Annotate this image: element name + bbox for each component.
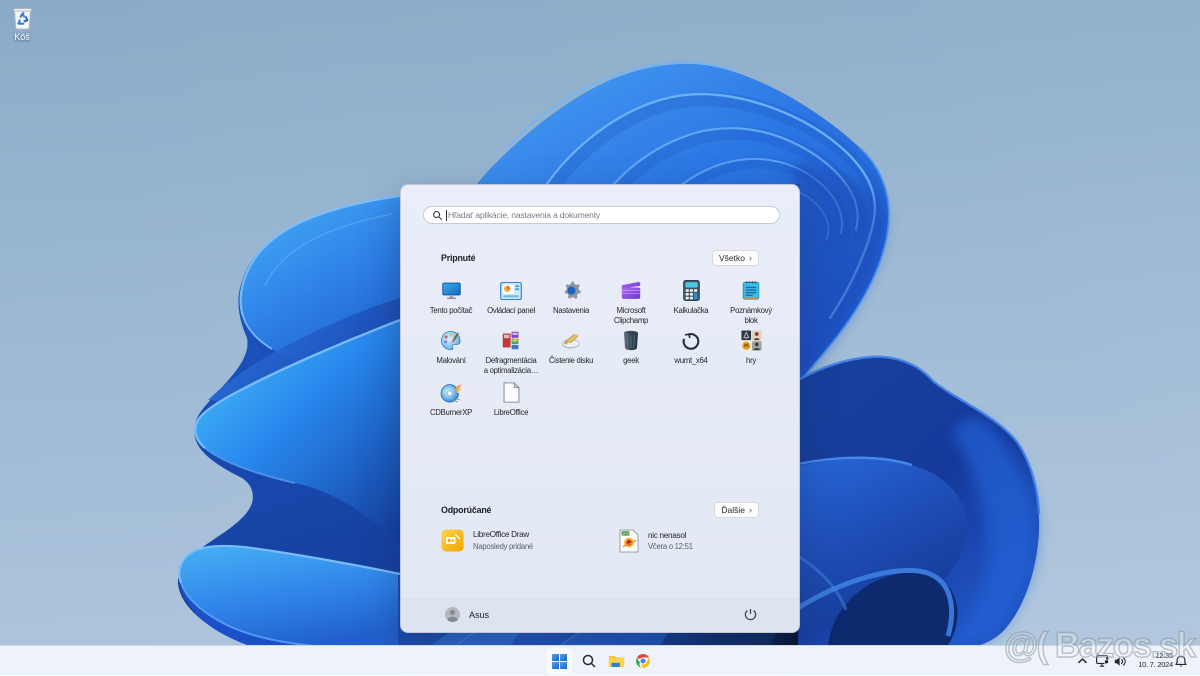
svg-text:JPG: JPG xyxy=(622,532,629,536)
